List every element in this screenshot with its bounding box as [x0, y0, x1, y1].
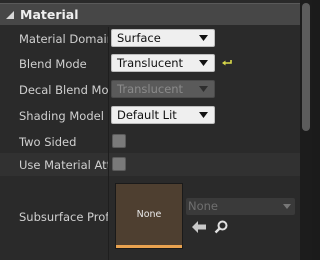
- asset-dropdown-value: None: [188, 199, 219, 213]
- details-panel: Material Material Domain Surface Blend M…: [0, 0, 312, 260]
- decal-blend-mode-dropdown[interactable]: Translucent: [111, 80, 215, 98]
- use-selected-asset-icon[interactable]: [192, 221, 206, 233]
- use-material-attributes-label: Use Material Attributes: [19, 158, 108, 172]
- use-material-attributes-row: Use Material Attributes: [0, 153, 300, 176]
- scrollbar-thumb[interactable]: [302, 3, 310, 131]
- shading-model-dropdown[interactable]: Default Lit: [111, 106, 215, 124]
- column-divider[interactable]: [108, 27, 109, 260]
- two-sided-row: Two Sided: [0, 129, 300, 153]
- decal-blend-mode-label: Decal Blend Mode: [19, 83, 108, 97]
- blend-mode-dropdown[interactable]: Translucent: [111, 54, 215, 72]
- blend-mode-row: Blend Mode Translucent: [0, 51, 300, 76]
- use-material-attributes-checkbox[interactable]: [112, 157, 126, 171]
- chevron-down-icon: [199, 60, 208, 66]
- two-sided-checkbox[interactable]: [112, 134, 126, 148]
- material-domain-value: Surface: [117, 31, 161, 45]
- shading-model-row: Shading Model Default Lit: [0, 103, 300, 128]
- asset-type-bar: [116, 245, 182, 248]
- collapse-arrow-icon[interactable]: [5, 10, 15, 20]
- section-title: Material: [20, 7, 79, 22]
- chevron-down-icon: [199, 112, 208, 118]
- reset-to-default-icon[interactable]: [222, 58, 234, 68]
- material-section-header[interactable]: Material: [0, 3, 300, 25]
- two-sided-label: Two Sided: [19, 135, 77, 149]
- asset-thumbnail[interactable]: None: [115, 183, 183, 249]
- subsurface-profile-asset-dropdown[interactable]: None: [186, 198, 295, 215]
- blend-mode-value: Translucent: [117, 56, 184, 70]
- chevron-down-icon: [199, 35, 208, 41]
- chevron-down-icon: [199, 86, 208, 92]
- material-domain-dropdown[interactable]: Surface: [111, 29, 215, 47]
- shading-model-value: Default Lit: [117, 108, 177, 122]
- material-domain-label: Material Domain: [19, 32, 108, 46]
- shading-model-label: Shading Model: [19, 109, 104, 123]
- chevron-down-icon: [283, 204, 291, 209]
- blend-mode-label: Blend Mode: [19, 57, 87, 71]
- thumbnail-label: None: [136, 209, 162, 220]
- material-domain-row: Material Domain Surface: [0, 26, 300, 50]
- subsurface-profile-label: Subsurface Profile: [19, 210, 108, 224]
- search-icon[interactable]: [214, 220, 228, 234]
- decal-blend-mode-row: Decal Blend Mode Translucent: [0, 77, 300, 102]
- decal-blend-mode-value: Translucent: [117, 82, 184, 96]
